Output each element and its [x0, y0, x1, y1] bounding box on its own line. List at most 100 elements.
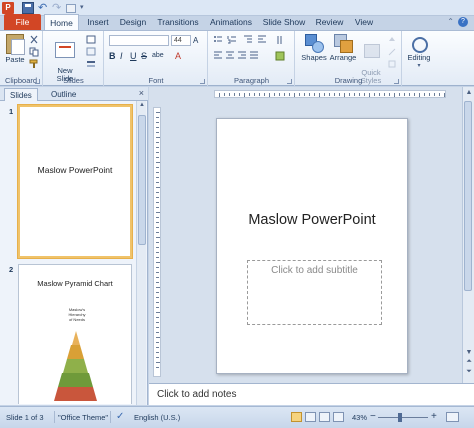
- editing-button[interactable]: Editing ▾: [405, 34, 433, 69]
- copy-icon[interactable]: [29, 47, 39, 57]
- ruler-tick: [156, 167, 159, 168]
- align-right-icon[interactable]: [237, 51, 247, 61]
- grow-font-icon[interactable]: A: [193, 36, 198, 45]
- ruler-tick: [319, 93, 320, 97]
- subtitle-placeholder-box[interactable]: Click to add subtitle: [247, 260, 382, 325]
- zoom-level[interactable]: 43%: [352, 413, 367, 422]
- slides-panel-scrollbar[interactable]: ▲: [136, 101, 146, 405]
- ruler-tick: [284, 93, 285, 96]
- tab-view[interactable]: View: [351, 14, 377, 30]
- tab-home[interactable]: Home: [44, 14, 79, 30]
- slide-show-view-icon[interactable]: [333, 412, 344, 422]
- tab-slide-show[interactable]: Slide Show: [260, 14, 308, 30]
- ruler-tick: [244, 93, 245, 97]
- align-center-icon[interactable]: [225, 51, 235, 61]
- tab-file[interactable]: File: [4, 14, 41, 30]
- tab-outline[interactable]: Outline: [46, 88, 81, 101]
- spelling-check-icon[interactable]: ✓: [116, 411, 124, 422]
- numbering-icon[interactable]: [227, 35, 237, 45]
- ruler-tick: [156, 267, 159, 268]
- ribbon-home: Paste Clipboard New Slide Slides 44 A B …: [0, 30, 474, 86]
- layout-icon[interactable]: [86, 35, 96, 45]
- horizontal-ruler[interactable]: [214, 90, 446, 98]
- slide-editing-area: Maslow PowerPoint Click to add subtitle …: [149, 87, 474, 383]
- shape-outline-icon[interactable]: [387, 47, 397, 57]
- shapes-button[interactable]: Shapes: [300, 34, 328, 62]
- tab-review[interactable]: Review: [313, 14, 346, 30]
- ruler-tick: [374, 93, 375, 96]
- previous-slide-icon[interactable]: ⏶: [464, 358, 474, 366]
- decrease-indent-icon[interactable]: [243, 35, 253, 45]
- section-icon[interactable]: [86, 59, 96, 69]
- vertical-ruler[interactable]: [153, 107, 161, 377]
- font-name-combo[interactable]: [109, 35, 169, 46]
- slide-thumbnail-2[interactable]: Maslow Pyramid Chart Maslow's Hierarchy …: [18, 264, 132, 404]
- font-size-combo[interactable]: 44: [171, 35, 191, 46]
- slide-sorter-view-icon[interactable]: [305, 412, 316, 422]
- font-color-icon[interactable]: A: [175, 51, 181, 61]
- slide-thumbnail-1[interactable]: Maslow PowerPoint: [18, 105, 132, 258]
- reading-view-icon[interactable]: [319, 412, 330, 422]
- align-left-icon[interactable]: [213, 51, 223, 61]
- ruler-tick: [239, 93, 240, 96]
- bullets-icon[interactable]: [213, 35, 223, 45]
- justify-icon[interactable]: [249, 51, 259, 61]
- slide-scrollbar-thumb[interactable]: [464, 101, 472, 291]
- tab-slides[interactable]: Slides: [4, 88, 38, 101]
- paragraph-launcher-icon[interactable]: [287, 79, 292, 84]
- tab-animations[interactable]: Animations: [207, 14, 255, 30]
- next-slide-icon[interactable]: ⏷: [464, 368, 474, 376]
- strikethrough-button[interactable]: S: [141, 51, 147, 61]
- font-launcher-icon[interactable]: [200, 79, 205, 84]
- ruler-tick: [156, 157, 159, 158]
- theme-name[interactable]: "Office Theme": [58, 413, 108, 422]
- text-shadow-button[interactable]: abe: [152, 52, 164, 59]
- zoom-in-icon[interactable]: +: [431, 411, 437, 422]
- arrange-button[interactable]: Arrange: [328, 34, 358, 62]
- clipboard-launcher-icon[interactable]: [35, 79, 40, 84]
- slide-title[interactable]: Maslow PowerPoint: [217, 212, 407, 228]
- current-slide[interactable]: Maslow PowerPoint Click to add subtitle: [216, 118, 408, 374]
- ruler-tick: [156, 212, 160, 213]
- scrollbar-thumb[interactable]: [138, 115, 146, 245]
- tab-design[interactable]: Design: [117, 14, 149, 30]
- shape-effects-icon[interactable]: [387, 59, 397, 69]
- slide-scrollbar[interactable]: ▲ ▼ ⏶ ⏷: [462, 87, 474, 383]
- ruler-tick: [156, 237, 160, 238]
- increase-indent-icon[interactable]: [257, 35, 267, 45]
- smartart-icon[interactable]: [275, 51, 285, 61]
- minimize-ribbon-icon[interactable]: ⌃: [447, 17, 454, 26]
- language[interactable]: English (U.S.): [134, 413, 180, 422]
- zoom-slider[interactable]: [378, 417, 428, 418]
- paste-button[interactable]: Paste: [4, 34, 26, 64]
- fit-slide-icon[interactable]: [446, 412, 459, 422]
- help-icon[interactable]: ?: [458, 17, 468, 27]
- scroll-up-icon[interactable]: ▲: [464, 89, 474, 96]
- drawing-launcher-icon[interactable]: [394, 79, 399, 84]
- group-label-font: Font: [148, 76, 164, 85]
- tab-transitions[interactable]: Transitions: [155, 14, 201, 30]
- ruler-tick: [439, 93, 440, 96]
- scroll-up-icon[interactable]: ▲: [138, 102, 146, 108]
- zoom-out-icon[interactable]: −: [370, 411, 376, 422]
- zoom-slider-thumb[interactable]: [398, 413, 402, 422]
- ruler-tick: [279, 93, 280, 96]
- shape-fill-icon[interactable]: [387, 35, 397, 45]
- close-icon[interactable]: ×: [139, 88, 144, 98]
- italic-button[interactable]: I: [120, 51, 123, 61]
- cut-icon[interactable]: [29, 35, 39, 45]
- text-direction-icon[interactable]: [275, 35, 285, 45]
- reset-icon[interactable]: [86, 47, 96, 57]
- ruler-tick: [156, 252, 159, 253]
- tab-insert[interactable]: Insert: [83, 14, 113, 30]
- bold-button[interactable]: B: [109, 51, 116, 61]
- status-divider: [110, 411, 111, 423]
- group-drawing: Shapes Arrange Quick Styles Drawing: [296, 31, 402, 86]
- notes-pane[interactable]: Click to add notes: [149, 383, 474, 405]
- format-painter-icon[interactable]: [29, 59, 39, 69]
- chevron-down-icon: ▾: [417, 63, 421, 69]
- underline-button[interactable]: U: [130, 51, 137, 61]
- ruler-tick: [156, 312, 160, 313]
- scroll-down-icon[interactable]: ▼: [464, 349, 474, 356]
- normal-view-icon[interactable]: [291, 412, 302, 422]
